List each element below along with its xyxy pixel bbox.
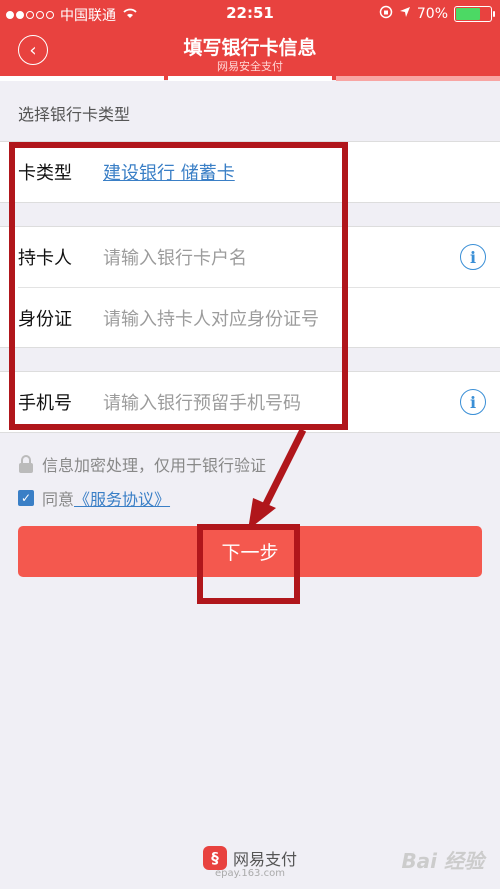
epay-logo-icon: § (202, 846, 227, 870)
annotation-arrow (248, 428, 307, 530)
footer-brand: 网易支付 (232, 850, 297, 869)
watermark: Bai 经验 (401, 849, 484, 873)
